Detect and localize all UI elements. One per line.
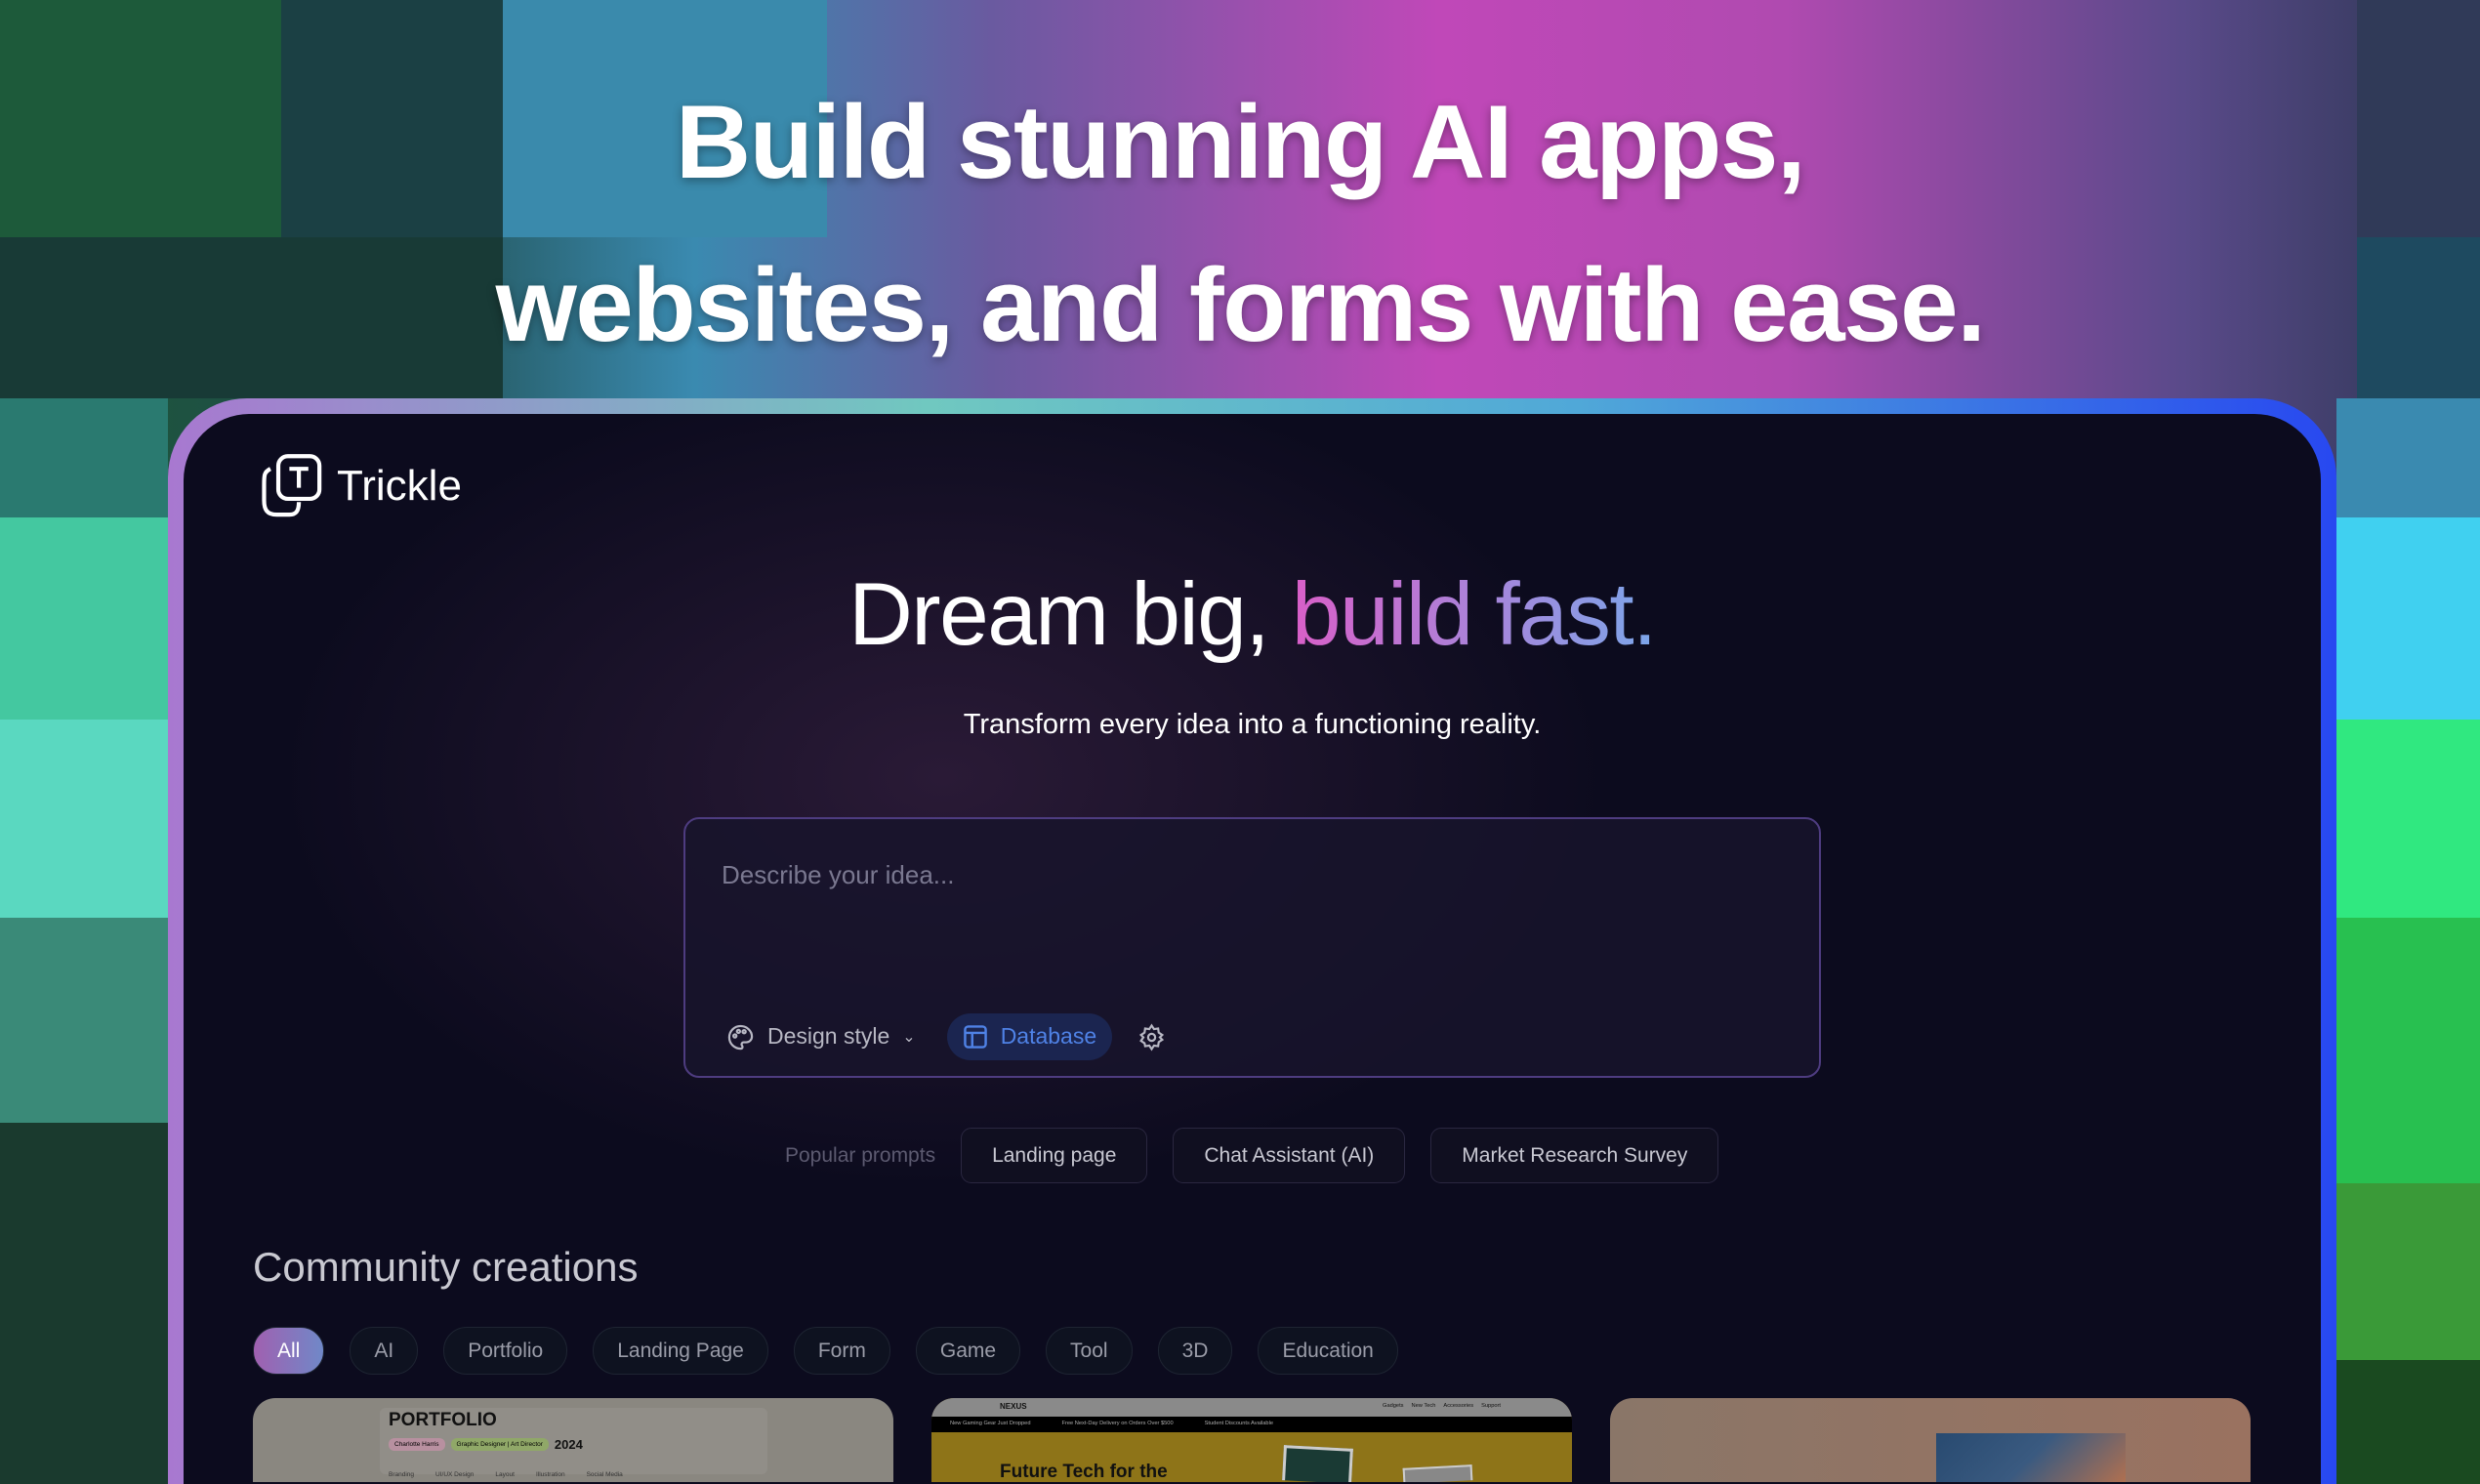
- banner-line-2: websites, and forms with ease.: [495, 246, 1986, 363]
- palette-icon: [727, 1024, 754, 1050]
- chevron-down-icon: ⌄: [902, 1028, 916, 1046]
- hero-title-plain: Dream big,: [848, 565, 1292, 664]
- card-image: [1936, 1433, 2126, 1482]
- card-nav-item: Social Media: [586, 1471, 623, 1478]
- app-window-frame: Trickle Dream big, build fast. Transform…: [168, 398, 2336, 1484]
- bg-tile: [0, 517, 168, 720]
- creation-card-3[interactable]: [1610, 1398, 2251, 1482]
- filter-ai[interactable]: AI: [350, 1327, 419, 1376]
- card-year: 2024: [554, 1437, 583, 1452]
- filter-portfolio[interactable]: Portfolio: [443, 1327, 568, 1376]
- category-filters: All AI Portfolio Landing Page Form Game …: [253, 1327, 1398, 1376]
- trickle-logo-icon: [262, 454, 322, 517]
- popular-prompts-label: Popular prompts: [785, 1144, 936, 1167]
- card-nav-item: UI/UX Design: [435, 1471, 475, 1478]
- bg-tile: [2336, 720, 2480, 918]
- table-icon: [963, 1025, 987, 1049]
- card-nav: Gadgets New Tech Accessories Support: [1383, 1403, 1501, 1410]
- bg-tile: [0, 1123, 168, 1484]
- card-nav-item: Gadgets: [1383, 1403, 1404, 1409]
- card-title: PORTFOLIO: [389, 1410, 497, 1430]
- bg-tile: [2336, 517, 2480, 720]
- filter-tool[interactable]: Tool: [1046, 1327, 1133, 1376]
- banner-line-1: Build stunning AI apps,: [675, 83, 1806, 200]
- database-toggle[interactable]: Database: [946, 1013, 1113, 1060]
- card-nav-item: Layout: [495, 1471, 515, 1478]
- filter-education[interactable]: Education: [1258, 1327, 1398, 1376]
- bg-tile: [2336, 1183, 2480, 1360]
- bg-tile: [0, 398, 168, 517]
- card-tag: Graphic Designer | Art Director: [450, 1438, 549, 1451]
- card-image: [1282, 1445, 1353, 1482]
- database-label: Database: [1000, 1023, 1097, 1050]
- filter-landing-page[interactable]: Landing Page: [593, 1327, 768, 1376]
- hero-title: Dream big, build fast.: [184, 564, 2321, 667]
- idea-input-placeholder: Describe your idea...: [722, 860, 955, 889]
- filter-3d[interactable]: 3D: [1157, 1327, 1233, 1376]
- card-nav: Branding UI/UX Design Layout Illustration So…: [389, 1471, 623, 1479]
- card-nav-item: Accessories: [1443, 1403, 1474, 1409]
- card-nav-item: Branding: [389, 1471, 415, 1478]
- filter-all[interactable]: All: [253, 1327, 325, 1376]
- filter-game[interactable]: Game: [915, 1327, 1021, 1376]
- creation-card-portfolio[interactable]: PORTFOLIO Charlotte Harris Graphic Desig…: [253, 1398, 893, 1482]
- prompt-toolbar: Design style ⌄ Database: [726, 1013, 1166, 1060]
- hero-title-accent: build fast.: [1291, 565, 1658, 664]
- hero-subtitle: Transform every idea into a functioning …: [963, 709, 1542, 740]
- card-nav-item: New Tech: [1411, 1403, 1436, 1409]
- creation-card-nexus[interactable]: NEXUS Gadgets New Tech Accessories Support …: [931, 1398, 1572, 1482]
- prompt-chip[interactable]: Landing page: [961, 1128, 1148, 1184]
- prompt-chip[interactable]: Chat Assistant (AI): [1173, 1128, 1406, 1184]
- app-window: Trickle Dream big, build fast. Transform…: [184, 414, 2321, 1484]
- card-tag: Charlotte Harris: [389, 1438, 445, 1451]
- filter-form[interactable]: Form: [793, 1327, 890, 1376]
- bg-tile: [2336, 1360, 2480, 1484]
- card-brand: NEXUS: [1000, 1402, 1027, 1411]
- settings-gear-icon[interactable]: [1137, 1023, 1166, 1051]
- idea-input[interactable]: Describe your idea... Design style ⌄ Dat…: [683, 817, 1821, 1078]
- ticker-item: Student Discounts Available: [1204, 1421, 1274, 1426]
- bg-tile: [2336, 398, 2480, 517]
- bg-tile: [0, 918, 168, 1123]
- design-style-dropdown[interactable]: Design style: [767, 1023, 889, 1051]
- card-image: [1402, 1464, 1473, 1482]
- card-tags: Charlotte Harris Graphic Designer | Art …: [389, 1437, 583, 1452]
- card-nav-item: Support: [1481, 1403, 1501, 1409]
- app-name: Trickle: [337, 462, 462, 510]
- ticker-item: New Gaming Gear Just Dropped: [950, 1421, 1031, 1426]
- ticker-item: Free Next-Day Delivery on Orders Over $5…: [1061, 1421, 1174, 1426]
- bg-tile: [2336, 918, 2480, 1183]
- prompt-chip[interactable]: Market Research Survey: [1430, 1128, 1719, 1184]
- card-preview-nav: NEXUS Gadgets New Tech Accessories Support: [931, 1398, 1572, 1417]
- logo[interactable]: Trickle: [258, 453, 462, 519]
- card-nav-item: Illustration: [535, 1471, 565, 1478]
- card-headline: Future Tech for the: [1000, 1462, 1168, 1482]
- popular-prompts: Popular prompts Landing page Chat Assist…: [785, 1128, 1719, 1184]
- community-title: Community creations: [253, 1244, 639, 1290]
- card-ticker: New Gaming Gear Just Dropped Free Next-Da…: [931, 1417, 1572, 1432]
- bg-tile: [0, 720, 168, 918]
